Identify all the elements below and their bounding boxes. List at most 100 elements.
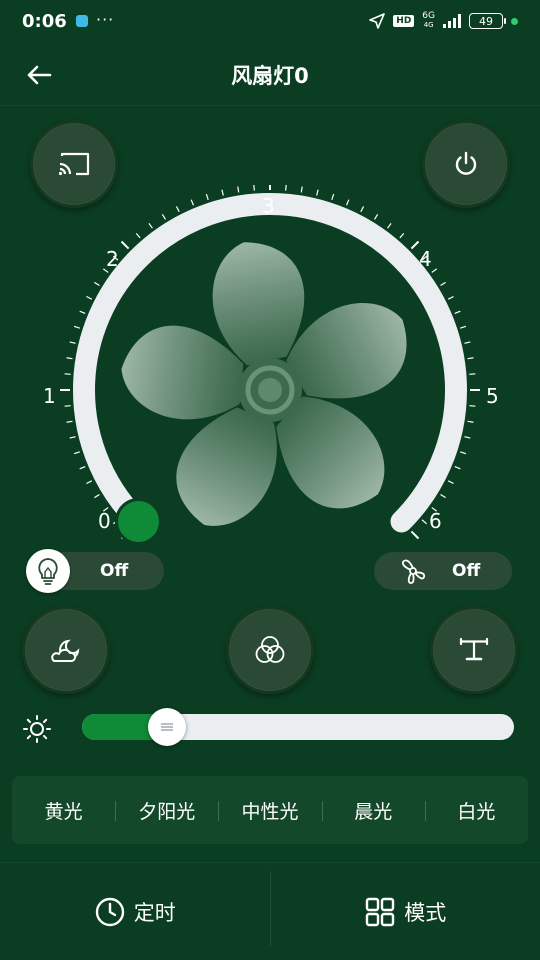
hd-badge: HD bbox=[393, 15, 415, 27]
fan-toggle[interactable]: Off bbox=[374, 552, 512, 590]
dial-tick bbox=[316, 189, 319, 196]
dial-tick bbox=[467, 420, 474, 423]
dial-tick bbox=[447, 480, 454, 485]
dial-tick bbox=[454, 465, 461, 470]
grip-lines-icon bbox=[160, 723, 173, 731]
dial-tick bbox=[86, 295, 93, 300]
notification-app-icon bbox=[76, 15, 88, 27]
moon-cloud-icon bbox=[51, 639, 80, 662]
header: 风扇灯0 bbox=[0, 44, 540, 106]
dial-tick bbox=[66, 357, 73, 360]
dial-tick bbox=[205, 193, 209, 200]
dial-tick bbox=[410, 240, 420, 250]
mode-button[interactable]: 模式 bbox=[271, 863, 540, 960]
dial-tick bbox=[440, 281, 446, 287]
dial-tick bbox=[86, 480, 93, 485]
color-temp-sunset[interactable]: 夕阳光 bbox=[115, 797, 218, 824]
light-toggle-label: Off bbox=[100, 561, 129, 581]
dial-tick bbox=[331, 193, 335, 200]
dial-tick bbox=[221, 189, 224, 196]
dial-label-2: 2 bbox=[106, 247, 119, 271]
color-temp-neutral[interactable]: 中性光 bbox=[218, 797, 321, 824]
dial-tick bbox=[460, 451, 467, 455]
dial-tick bbox=[464, 341, 471, 344]
dial-tick bbox=[120, 240, 130, 250]
dial-label-4: 4 bbox=[419, 247, 432, 271]
dial-label-6: 6 bbox=[429, 509, 442, 533]
dial-tick bbox=[360, 206, 365, 213]
dial-tick bbox=[440, 493, 446, 499]
dial-tick bbox=[69, 436, 76, 439]
clock-icon bbox=[95, 897, 124, 926]
dial-label-3: 3 bbox=[262, 194, 275, 218]
network-type: 6G 4G bbox=[422, 11, 435, 30]
dial-tick bbox=[175, 206, 180, 213]
dial-tick bbox=[467, 357, 474, 360]
dial-label-1: 1 bbox=[43, 384, 56, 408]
brightness-slider[interactable] bbox=[82, 708, 514, 746]
dial-tick bbox=[190, 199, 195, 206]
color-temperature-bar: 黄光 夕阳光 中性光 晨光 白光 bbox=[12, 776, 528, 844]
status-bar: 0:06 ··· HD 6G 4G 49 bbox=[0, 0, 540, 44]
dial-tick bbox=[79, 310, 86, 315]
dial-label-0: 0 bbox=[98, 509, 111, 533]
location-arrow-icon bbox=[369, 13, 386, 29]
ceiling-lamp-icon bbox=[459, 637, 489, 661]
dial-thumb bbox=[114, 498, 162, 546]
dial-label-5: 5 bbox=[486, 384, 499, 408]
status-time: 0:06 bbox=[22, 11, 67, 32]
power-icon bbox=[455, 151, 477, 175]
dial-tick bbox=[237, 186, 240, 193]
dial-tick bbox=[79, 465, 86, 470]
notification-more-icon: ··· bbox=[96, 10, 115, 29]
dial-tick bbox=[464, 436, 471, 439]
bottom-nav: 定时 模式 bbox=[0, 862, 540, 960]
color-temp-yellow[interactable]: 黄光 bbox=[12, 797, 115, 824]
fan-hub-center bbox=[258, 378, 282, 402]
dial-tick bbox=[300, 186, 303, 193]
dial-tick bbox=[421, 519, 428, 525]
dial-tick bbox=[161, 214, 167, 220]
dial-tick bbox=[399, 232, 405, 239]
page-title: 风扇灯0 bbox=[231, 64, 309, 88]
dial-tick bbox=[69, 341, 76, 344]
dial-tick bbox=[431, 268, 438, 273]
dial-tick bbox=[345, 199, 350, 206]
fan-speed-dial[interactable]: 0 1 2 3 4 5 6 bbox=[40, 180, 500, 546]
color-mix-button[interactable] bbox=[226, 606, 314, 694]
ceiling-lamp-button[interactable] bbox=[430, 606, 518, 694]
dial-tick bbox=[135, 232, 141, 239]
timer-label: 定时 bbox=[133, 900, 176, 925]
light-toggle[interactable]: Off bbox=[26, 549, 164, 593]
timer-button[interactable]: 定时 bbox=[0, 863, 270, 960]
dial-tick bbox=[94, 281, 100, 287]
dial-graphic bbox=[60, 180, 480, 546]
dial-tick bbox=[373, 214, 379, 220]
night-mode-button[interactable] bbox=[22, 606, 110, 694]
dial-tick bbox=[454, 310, 461, 315]
brightness-slider-thumb[interactable] bbox=[147, 708, 186, 746]
mode-label: 模式 bbox=[404, 900, 447, 925]
dial-tick bbox=[94, 493, 100, 499]
dial-tick bbox=[73, 451, 80, 455]
cast-icon bbox=[58, 152, 90, 176]
status-indicators: HD 6G 4G 49 bbox=[369, 12, 518, 30]
dial-tick bbox=[460, 325, 467, 329]
dial-tick bbox=[66, 420, 73, 423]
fan-icon bbox=[401, 559, 426, 584]
dial-tick bbox=[148, 222, 153, 229]
color-temp-white[interactable]: 白光 bbox=[424, 797, 528, 824]
signal-icon bbox=[443, 14, 461, 28]
privacy-dot bbox=[511, 17, 518, 25]
color-temp-morning[interactable]: 晨光 bbox=[321, 797, 425, 824]
lightbulb-icon bbox=[38, 558, 58, 585]
dial-tick bbox=[447, 295, 454, 300]
dial-tick bbox=[387, 222, 392, 229]
dial-tick bbox=[410, 530, 420, 540]
grid-icon bbox=[366, 897, 395, 926]
brightness-slider-fill bbox=[82, 714, 153, 740]
rgb-circles-icon bbox=[255, 636, 285, 663]
fan-toggle-label: Off bbox=[452, 561, 481, 581]
light-toggle-knob bbox=[26, 549, 70, 593]
dial-tick bbox=[73, 325, 80, 329]
